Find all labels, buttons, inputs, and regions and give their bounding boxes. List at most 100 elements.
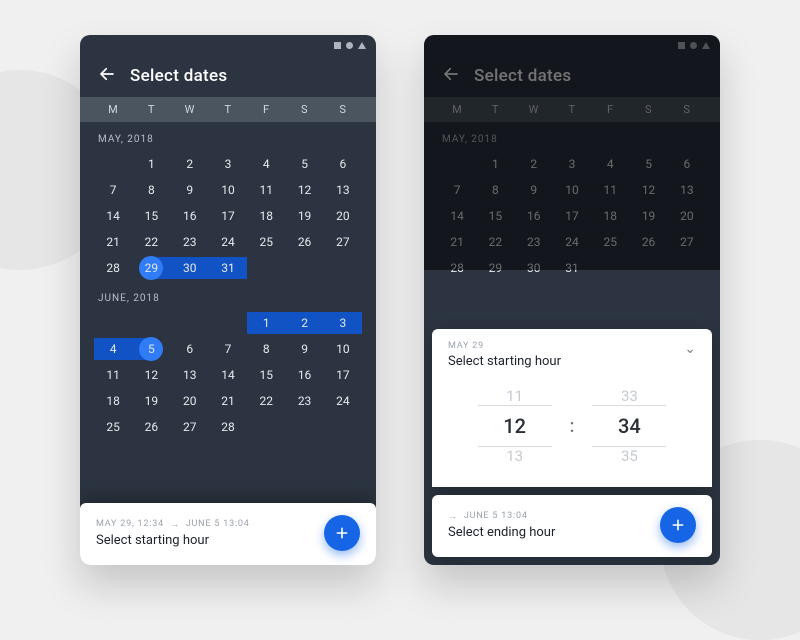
calendar-day[interactable]: 6	[324, 151, 362, 177]
weekday-label: S	[324, 103, 362, 116]
weekday-label: T	[132, 103, 170, 116]
calendar-day[interactable]: 1	[247, 310, 285, 336]
calendar-day[interactable]: 23	[285, 388, 323, 414]
status-circle-icon	[690, 42, 697, 49]
time-picker[interactable]: 11 12 13 : 33 34 35	[448, 369, 696, 475]
calendar-day: 15	[476, 203, 514, 229]
calendar-day: 8	[476, 177, 514, 203]
footer-card[interactable]: MAY 29, 12:34 → JUNE 5 13:04 Select star…	[80, 503, 376, 565]
add-button[interactable]	[324, 515, 360, 551]
calendar-day[interactable]: 26	[285, 229, 323, 255]
calendar-day: 16	[515, 203, 553, 229]
weekday-label: S	[629, 103, 667, 116]
calendar-day[interactable]: 9	[171, 177, 209, 203]
calendar-day[interactable]: 28	[94, 255, 132, 281]
calendar-day[interactable]: 19	[285, 203, 323, 229]
calendar-day[interactable]: 16	[285, 362, 323, 388]
back-icon[interactable]	[98, 65, 116, 87]
calendar-day[interactable]: 19	[132, 388, 170, 414]
calendar-day[interactable]: 23	[171, 229, 209, 255]
calendar-day: 17	[553, 203, 591, 229]
calendar-day[interactable]: 5	[132, 336, 170, 362]
calendar-day[interactable]: 10	[209, 177, 247, 203]
calendar-day[interactable]: 15	[247, 362, 285, 388]
calendar-day[interactable]: 16	[171, 203, 209, 229]
calendar-day[interactable]: 4	[94, 336, 132, 362]
calendar-day[interactable]: 22	[247, 388, 285, 414]
calendar-day[interactable]: 21	[94, 229, 132, 255]
calendar-day[interactable]: 13	[324, 177, 362, 203]
calendar-day: 14	[438, 203, 476, 229]
phone-select-hour: Select dates MTWTFSS MAY, 20181234567891…	[424, 35, 720, 565]
sheet-title: Select starting hour	[448, 354, 561, 369]
weekday-header: MTWTFSS	[80, 97, 376, 122]
calendar-day[interactable]: 17	[209, 203, 247, 229]
month-label: MAY, 2018	[94, 122, 362, 151]
calendar-day[interactable]: 21	[209, 388, 247, 414]
phone-select-dates: Select dates MTWTFSS MAY, 20181234567891…	[80, 35, 376, 565]
calendar-day[interactable]: 24	[209, 229, 247, 255]
calendar-day[interactable]: 1	[132, 151, 170, 177]
calendar-day[interactable]: 13	[171, 362, 209, 388]
add-button[interactable]	[660, 507, 696, 543]
weekday-label: W	[515, 103, 553, 116]
calendar-day[interactable]: 12	[132, 362, 170, 388]
calendar-day[interactable]: 27	[171, 414, 209, 440]
calendar-day[interactable]: 2	[285, 310, 323, 336]
status-circle-icon	[346, 42, 353, 49]
back-icon[interactable]	[442, 65, 460, 87]
calendar-day[interactable]: 26	[132, 414, 170, 440]
calendar-day[interactable]: 14	[94, 203, 132, 229]
calendar-day[interactable]: 27	[324, 229, 362, 255]
calendar-day[interactable]: 18	[94, 388, 132, 414]
calendar-day[interactable]: 18	[247, 203, 285, 229]
calendar-day[interactable]: 31	[209, 255, 247, 281]
calendar-day: 10	[553, 177, 591, 203]
calendar-day[interactable]: 14	[209, 362, 247, 388]
weekday-label: M	[94, 103, 132, 116]
app-bar: Select dates	[80, 51, 376, 97]
calendar-day[interactable]: 3	[324, 310, 362, 336]
calendar-day[interactable]: 25	[94, 414, 132, 440]
calendar-day[interactable]: 3	[209, 151, 247, 177]
calendar-day[interactable]: 2	[171, 151, 209, 177]
calendar-day: 4	[591, 151, 629, 177]
calendar-day[interactable]: 6	[171, 336, 209, 362]
calendar-day[interactable]: 20	[324, 203, 362, 229]
calendar-day[interactable]: 8	[132, 177, 170, 203]
calendar-day[interactable]: 4	[247, 151, 285, 177]
calendar-day[interactable]: 8	[247, 336, 285, 362]
calendar-day: 25	[591, 229, 629, 255]
calendar-day[interactable]: 5	[285, 151, 323, 177]
arrow-right-icon: →	[170, 519, 180, 530]
calendar-day[interactable]: 20	[171, 388, 209, 414]
calendar-day[interactable]: 7	[94, 177, 132, 203]
calendar-day[interactable]: 12	[285, 177, 323, 203]
calendar-day[interactable]: 10	[324, 336, 362, 362]
calendar-day[interactable]: 30	[171, 255, 209, 281]
calendar-day[interactable]: 28	[209, 414, 247, 440]
sheet-ending-hour[interactable]: → JUNE 5 13:04 Select ending hour	[432, 495, 712, 557]
calendar-day: 24	[553, 229, 591, 255]
calendar-day[interactable]: 11	[247, 177, 285, 203]
calendar-day: 3	[553, 151, 591, 177]
status-triangle-icon	[702, 42, 710, 49]
calendar-day[interactable]: 9	[285, 336, 323, 362]
status-bar	[424, 35, 720, 51]
sheet-meta: → JUNE 5 13:04	[448, 511, 650, 522]
minute-wheel[interactable]: 33 34 35	[592, 387, 666, 465]
calendar-day[interactable]: 22	[132, 229, 170, 255]
hour-wheel[interactable]: 11 12 13	[478, 387, 552, 465]
calendar-day[interactable]: 17	[324, 362, 362, 388]
calendar-day: 21	[438, 229, 476, 255]
calendar-day[interactable]: 11	[94, 362, 132, 388]
calendar-day[interactable]: 24	[324, 388, 362, 414]
calendar-scroll[interactable]: MAY, 20181234567891011121314151617181920…	[80, 122, 376, 503]
chevron-down-icon[interactable]: ⌄	[684, 341, 696, 357]
calendar-day: 23	[515, 229, 553, 255]
calendar-day[interactable]: 7	[209, 336, 247, 362]
calendar-day[interactable]: 29	[132, 255, 170, 281]
calendar-day[interactable]: 15	[132, 203, 170, 229]
calendar-day[interactable]: 25	[247, 229, 285, 255]
sheet-meta: MAY 29	[448, 341, 561, 351]
